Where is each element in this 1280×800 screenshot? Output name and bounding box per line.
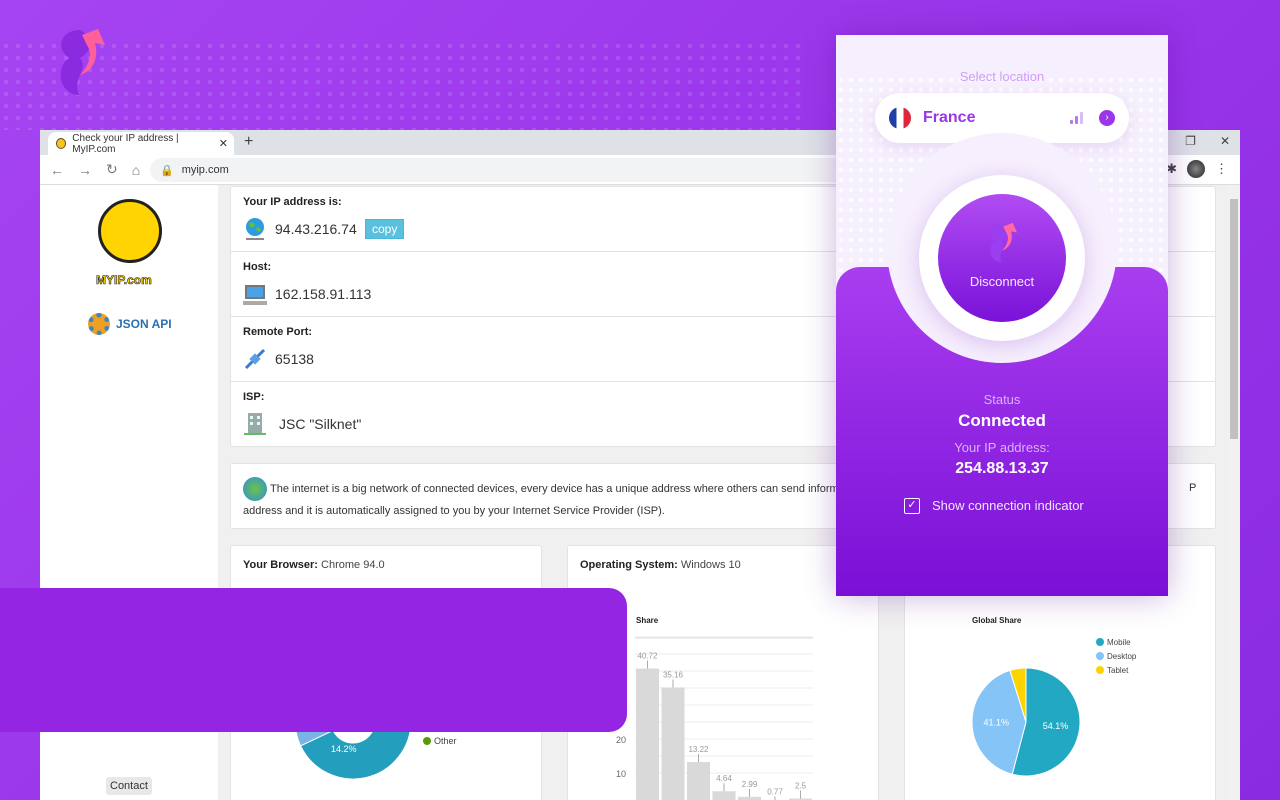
select-location-label: Select location <box>959 69 1045 84</box>
bar-value-label: 4.64 <box>716 774 732 783</box>
chevron-right-icon[interactable]: › <box>1099 110 1115 126</box>
new-tab-button[interactable]: + <box>244 133 253 151</box>
bar <box>712 791 736 800</box>
plug-icon <box>244 348 266 370</box>
legend-swatch <box>1096 638 1104 646</box>
bar-value-label: 0.77 <box>767 787 783 796</box>
info-text-tail: P <box>1189 482 1197 494</box>
legend-label: Desktop <box>1107 652 1137 661</box>
bar-value-label: 2.99 <box>742 780 758 789</box>
legend-swatch <box>1096 652 1104 660</box>
status-label: Status <box>983 392 1021 407</box>
legend-label: Other <box>434 736 457 746</box>
status-value: Connected <box>958 411 1046 430</box>
json-api-label: JSON API <box>116 317 172 331</box>
myip-logo-text: MYIP.com <box>96 273 152 288</box>
slice-label: 14.2% <box>331 744 357 754</box>
disconnect-button[interactable]: Disconnect <box>938 194 1066 322</box>
indicator-checkbox[interactable]: ✓ <box>904 498 920 514</box>
bar <box>636 668 659 800</box>
bar <box>661 687 685 800</box>
legend-swatch <box>423 737 431 745</box>
legend-label: Tablet <box>1107 666 1129 675</box>
contact-button[interactable]: Contact <box>106 777 152 795</box>
app-logo-icon <box>990 222 1017 263</box>
legend-label: Mobile <box>1107 638 1131 647</box>
info-text-line2: address and it is automatically assigned… <box>243 505 665 517</box>
chart-title: Share <box>636 616 659 625</box>
bar <box>687 762 710 800</box>
bar-value-label: 2.5 <box>795 782 807 791</box>
bar-value-label: 40.72 <box>637 652 658 661</box>
signal-icon <box>1070 112 1083 124</box>
slice-label: 41.1% <box>984 718 1010 728</box>
copy-button[interactable]: copy <box>365 219 405 239</box>
menu-icon[interactable]: ⋮ <box>1215 161 1228 177</box>
computer-icon <box>243 285 267 305</box>
bar-value-label: 35.16 <box>663 670 684 679</box>
app-logo-icon <box>60 29 105 95</box>
building-icon <box>244 413 266 435</box>
url-text: myip.com <box>181 164 229 176</box>
back-icon[interactable]: ← <box>50 162 64 178</box>
ip-value: 94.43.216.74 <box>275 221 357 237</box>
vpn-popup: Select location France › Disconnect Stat… <box>836 35 1168 596</box>
home-icon[interactable]: ⌂ <box>132 162 140 178</box>
world-map-dots <box>0 40 800 130</box>
scrollbar[interactable] <box>1228 185 1240 800</box>
restore-icon[interactable]: ❐ <box>1185 134 1196 148</box>
indicator-label: Show connection indicator <box>932 498 1084 513</box>
legend-swatch <box>1096 666 1104 674</box>
isp-value: JSC "Silknet" <box>279 416 362 432</box>
favicon-icon <box>56 138 67 149</box>
json-api-link[interactable]: JSON API <box>88 313 172 335</box>
bar-value-label: 13.22 <box>688 745 709 754</box>
profile-avatar[interactable] <box>1187 160 1205 178</box>
country-name: France <box>923 109 976 126</box>
close-window-icon[interactable]: ✕ <box>1220 134 1230 148</box>
network-globe-icon <box>243 477 267 501</box>
browser-tab[interactable]: Check your IP address | MyIP.com ✕ <box>48 132 234 155</box>
close-tab-icon[interactable]: ✕ <box>219 137 228 150</box>
reload-icon[interactable]: ↻ <box>106 161 118 178</box>
myip-mascot-logo[interactable] <box>98 199 162 263</box>
ip-value: 254.88.13.37 <box>955 460 1049 477</box>
host-value: 162.158.91.113 <box>275 286 372 302</box>
ip-label: Your IP address: <box>954 440 1050 455</box>
lock-icon: 🔒 <box>160 164 174 177</box>
y-tick-label: 20 <box>616 735 626 745</box>
gear-icon <box>88 313 110 335</box>
forward-icon[interactable]: → <box>78 162 92 178</box>
port-value: 65138 <box>275 351 314 367</box>
tab-title: Check your IP address | MyIP.com <box>72 132 179 155</box>
france-flag-icon <box>889 107 911 129</box>
chart-title: Global Share <box>972 616 1022 625</box>
slice-label: 54.1% <box>1043 721 1069 731</box>
globe-network-icon <box>246 218 264 240</box>
y-tick-label: 10 <box>616 769 626 779</box>
decorative-banner <box>0 588 627 732</box>
info-text-line1: The internet is a big network of connect… <box>270 482 839 495</box>
disconnect-label: Disconnect <box>969 274 1035 289</box>
